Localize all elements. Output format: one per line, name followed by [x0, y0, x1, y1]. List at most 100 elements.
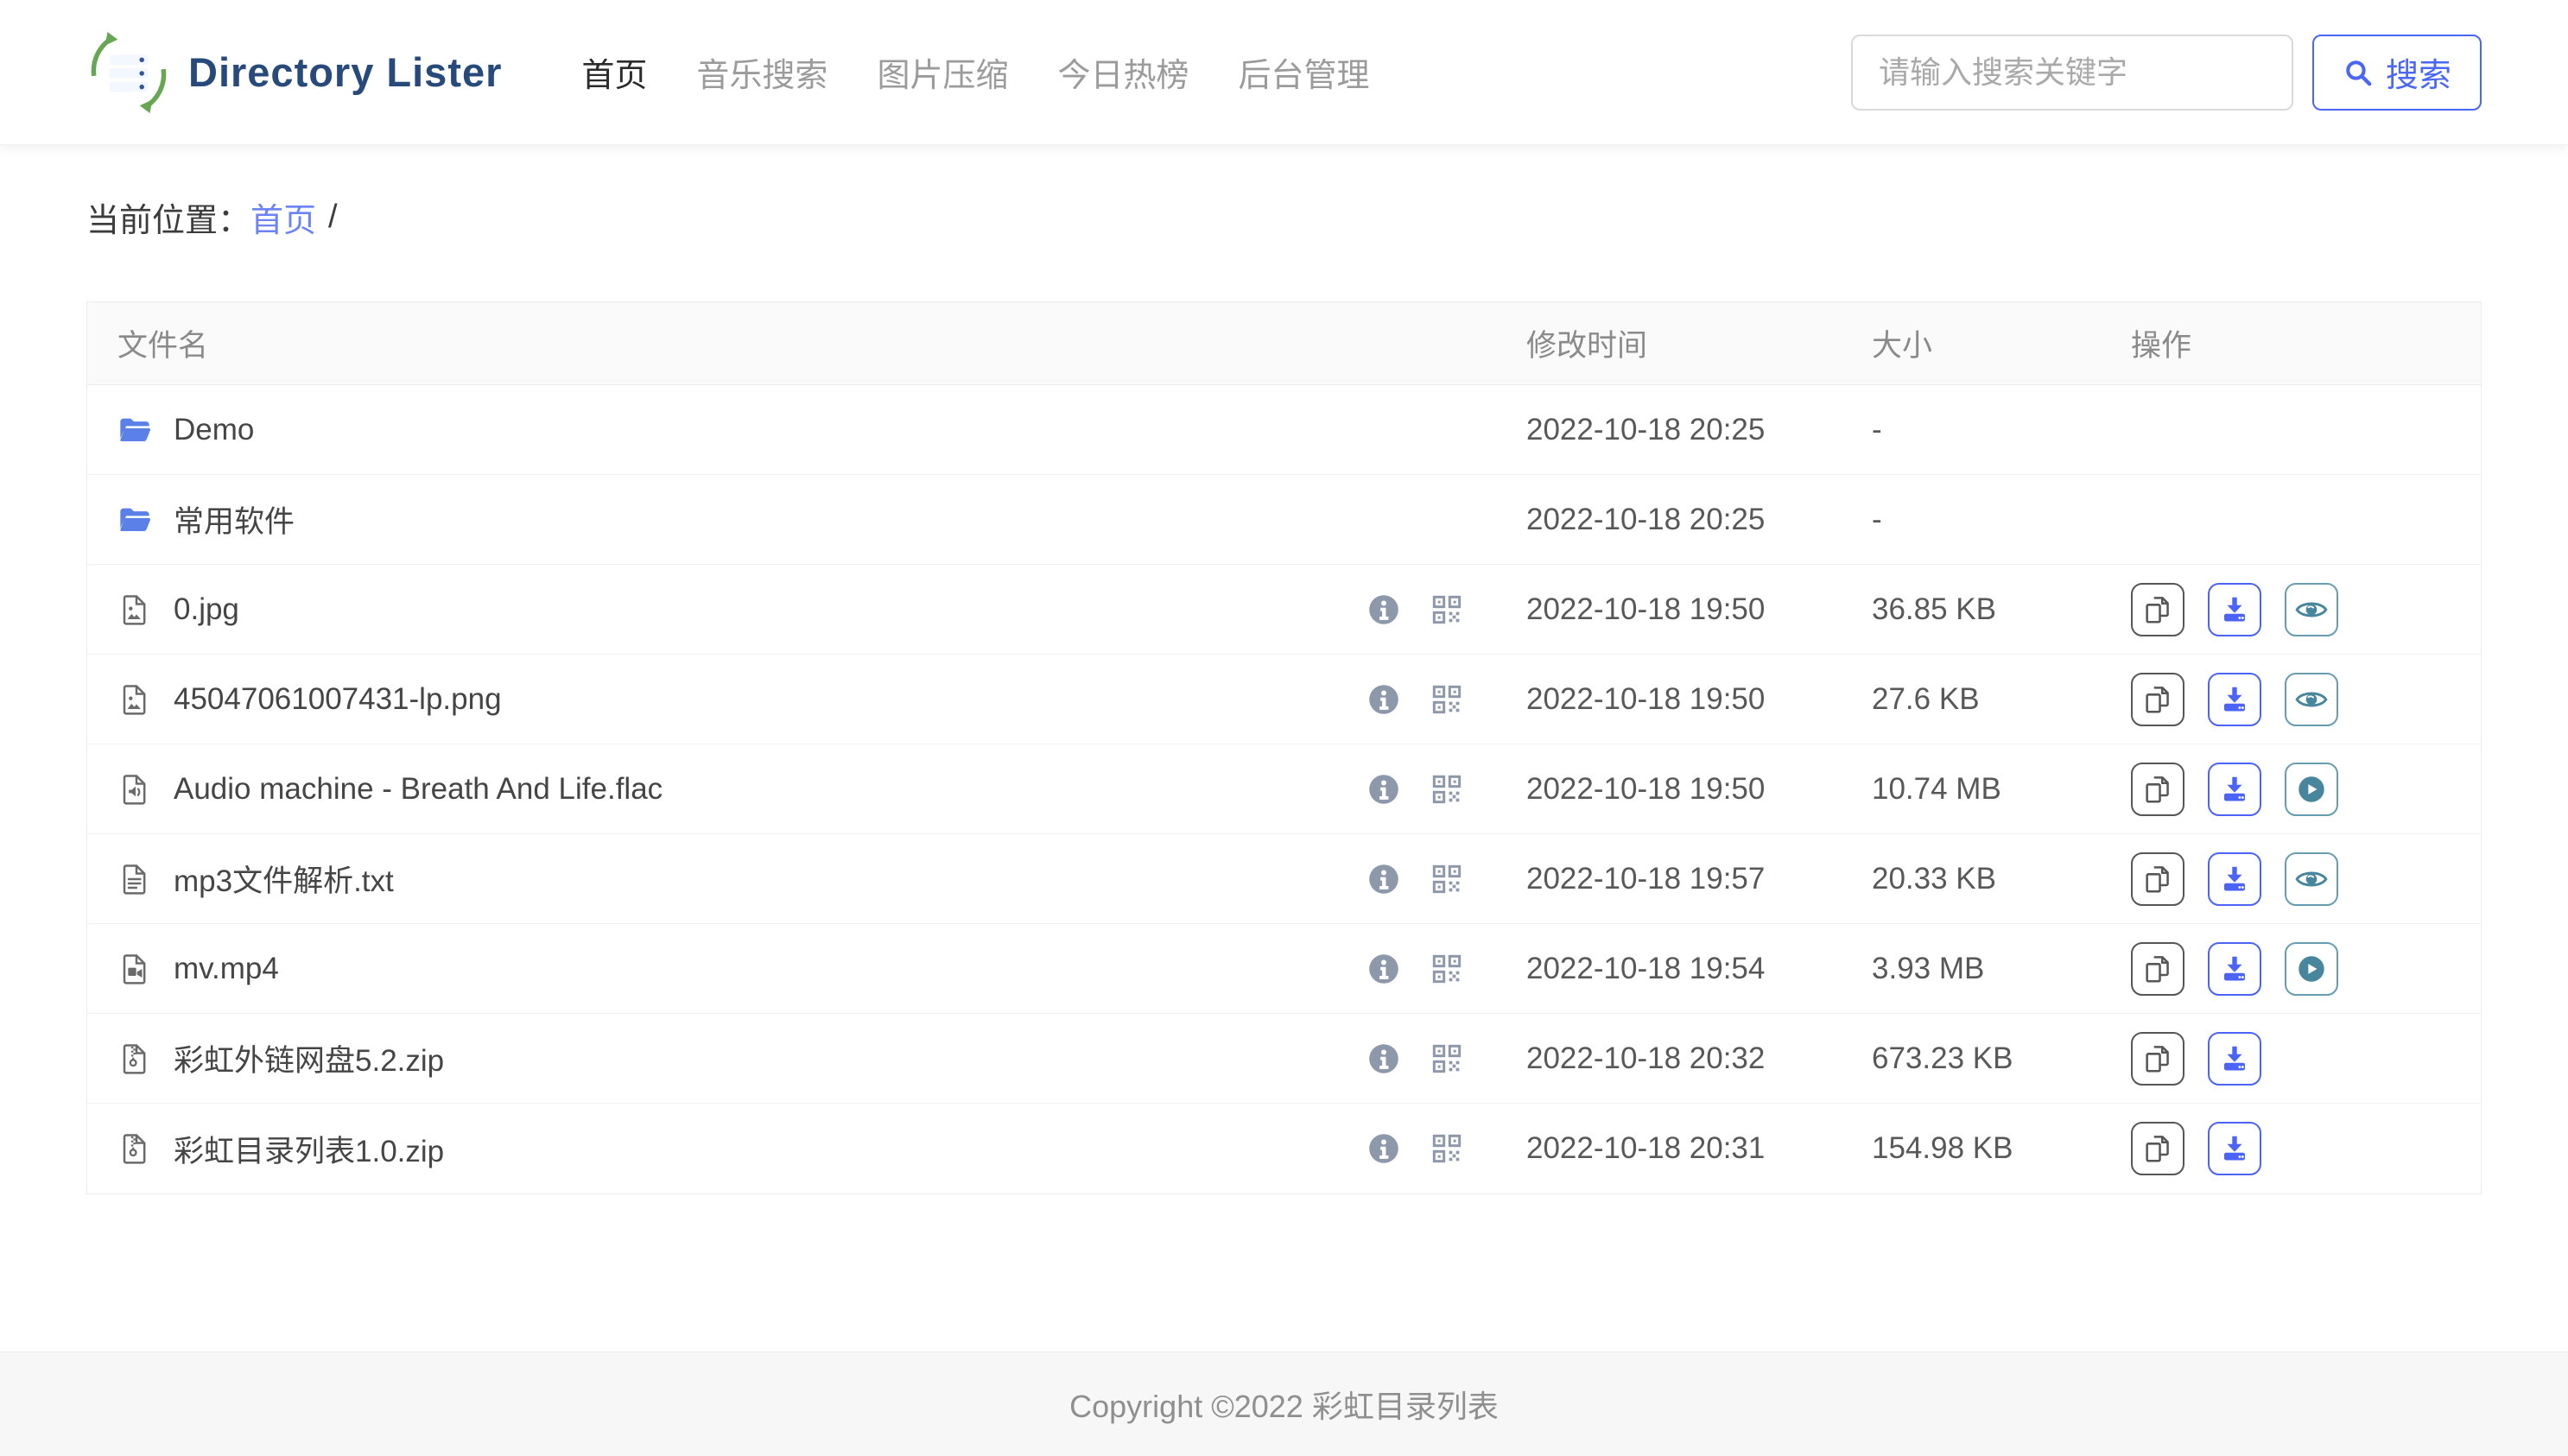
search-button[interactable]: 搜索 — [2312, 34, 2482, 111]
row-actions — [2131, 941, 2481, 996]
file-name-cell: Audio machine - Breath And Life.flac — [87, 771, 1526, 807]
logo-link[interactable]: Directory Lister — [86, 30, 502, 115]
nav-item-music-search[interactable]: 音乐搜索 — [696, 48, 827, 96]
table-row: 0.jpg 2022-10-18 19:50 36.85 KB — [87, 565, 2481, 655]
download-button[interactable] — [2208, 582, 2261, 636]
column-header-name: 文件名 — [117, 329, 209, 363]
file-name-link[interactable]: 常用软件 — [174, 497, 295, 541]
file-name-cell: 常用软件 — [87, 497, 1526, 541]
row-actions — [2131, 672, 2481, 726]
file-table-header: 文件名 修改时间 大小 操作 — [87, 302, 2481, 385]
qrcode-icon[interactable] — [1430, 952, 1464, 986]
info-icon[interactable] — [1366, 771, 1402, 807]
qrcode-icon[interactable] — [1430, 772, 1464, 807]
file-name-link[interactable]: 45047061007431-lp.png — [174, 682, 502, 717]
file-name-cell: 彩虹目录列表1.0.zip — [87, 1127, 1526, 1171]
info-icon[interactable] — [1366, 951, 1402, 987]
breadcrumb: 当前位置： 首页 / — [86, 193, 2482, 241]
qrcode-icon[interactable] — [1430, 1131, 1464, 1166]
info-icon[interactable] — [1366, 681, 1402, 718]
table-row: 彩虹外链网盘5.2.zip 2022-10-18 20:32 673.23 KB — [87, 1014, 2481, 1104]
copy-button[interactable] — [2131, 851, 2184, 906]
info-icon[interactable] — [1366, 1041, 1402, 1077]
nav-item-home[interactable]: 首页 — [581, 48, 647, 96]
row-meta-icons — [1366, 951, 1526, 987]
file-name-cell: 45047061007431-lp.png — [87, 681, 1526, 718]
row-meta-icons — [1366, 1130, 1526, 1167]
download-button[interactable] — [2208, 1031, 2261, 1086]
file-size: 36.85 KB — [1872, 592, 1996, 626]
page-footer: Copyright ©2022 彩虹目录列表 — [0, 1352, 2568, 1456]
download-button[interactable] — [2208, 762, 2261, 816]
file-mtime: 2022-10-18 20:25 — [1526, 502, 1766, 536]
breadcrumb-home-link[interactable]: 首页 — [250, 193, 316, 241]
row-actions — [2131, 1031, 2481, 1086]
copy-button[interactable] — [2131, 1031, 2184, 1086]
copy-button[interactable] — [2131, 582, 2184, 636]
download-button[interactable] — [2208, 851, 2261, 906]
row-meta-icons — [1366, 592, 1526, 628]
qrcode-icon[interactable] — [1430, 682, 1464, 717]
breadcrumb-separator: / — [328, 199, 338, 235]
copy-button[interactable] — [2131, 762, 2184, 816]
breadcrumb-prefix: 当前位置： — [86, 203, 251, 239]
file-mtime: 2022-10-18 19:54 — [1526, 951, 1766, 985]
view-button[interactable] — [2285, 851, 2338, 906]
file-name-link[interactable]: mv.mp4 — [174, 952, 279, 986]
copy-button[interactable] — [2131, 941, 2184, 996]
file-name-link[interactable]: 0.jpg — [174, 592, 239, 627]
file-size: 673.23 KB — [1872, 1041, 2013, 1075]
search-button-label: 搜索 — [2385, 58, 2451, 94]
play-button[interactable] — [2285, 941, 2338, 996]
app-header: Directory Lister 首页 音乐搜索 图片压缩 今日热榜 后台管理 … — [0, 0, 2568, 145]
info-icon[interactable] — [1366, 1130, 1402, 1167]
search-input[interactable] — [1851, 34, 2293, 111]
table-row: 45047061007431-lp.png 2022-10-18 19:50 2… — [87, 655, 2481, 744]
info-icon[interactable] — [1366, 592, 1402, 628]
table-row: mv.mp4 2022-10-18 19:54 3.93 MB — [87, 924, 2481, 1014]
zip-file-icon — [117, 1041, 152, 1076]
download-button[interactable] — [2208, 1122, 2261, 1175]
file-name-link[interactable]: mp3文件解析.txt — [174, 857, 394, 901]
nav-item-hot-today[interactable]: 今日热榜 — [1057, 48, 1189, 96]
qrcode-icon[interactable] — [1430, 592, 1464, 627]
file-name-cell: mp3文件解析.txt — [87, 857, 1526, 901]
brand-title: Directory Lister — [188, 49, 503, 95]
row-actions — [2131, 1122, 2481, 1175]
play-button[interactable] — [2285, 762, 2338, 816]
file-size: - — [1872, 412, 1882, 446]
column-header-mtime: 修改时间 — [1526, 329, 1648, 363]
download-button[interactable] — [2208, 941, 2261, 996]
qrcode-icon[interactable] — [1430, 862, 1464, 896]
file-table-body: Demo 2022-10-18 20:25 - 常用软件 2022-10-18 … — [87, 385, 2481, 1193]
file-name-cell: mv.mp4 — [87, 951, 1526, 987]
info-icon[interactable] — [1366, 861, 1402, 897]
file-name-link[interactable]: 彩虹外链网盘5.2.zip — [174, 1036, 444, 1080]
copy-button[interactable] — [2131, 672, 2184, 726]
copy-button[interactable] — [2131, 1122, 2184, 1175]
table-row: Demo 2022-10-18 20:25 - — [87, 385, 2481, 475]
file-name-link[interactable]: Demo — [174, 413, 254, 447]
file-size: 20.33 KB — [1872, 861, 1996, 896]
search-icon — [2343, 57, 2374, 88]
file-mtime: 2022-10-18 19:50 — [1526, 681, 1766, 716]
row-actions — [2131, 762, 2481, 816]
table-row: mp3文件解析.txt 2022-10-18 19:57 20.33 KB — [87, 834, 2481, 924]
file-name-link[interactable]: Audio machine - Breath And Life.flac — [174, 772, 663, 807]
image-file-icon — [117, 682, 152, 717]
qrcode-icon[interactable] — [1430, 1041, 1464, 1076]
download-button[interactable] — [2208, 672, 2261, 726]
file-mtime: 2022-10-18 20:31 — [1526, 1131, 1766, 1165]
row-meta-icons — [1366, 771, 1526, 807]
view-button[interactable] — [2285, 672, 2338, 726]
file-name-link[interactable]: 彩虹目录列表1.0.zip — [174, 1127, 444, 1171]
row-meta-icons — [1366, 1041, 1526, 1077]
file-mtime: 2022-10-18 20:32 — [1526, 1041, 1766, 1075]
view-button[interactable] — [2285, 582, 2338, 636]
file-size: - — [1872, 502, 1882, 536]
audio-file-icon — [117, 772, 152, 807]
text-file-icon — [117, 862, 152, 896]
table-row: Audio machine - Breath And Life.flac 202… — [87, 744, 2481, 834]
nav-item-admin[interactable]: 后台管理 — [1238, 48, 1369, 96]
nav-item-image-compress[interactable]: 图片压缩 — [877, 48, 1008, 96]
